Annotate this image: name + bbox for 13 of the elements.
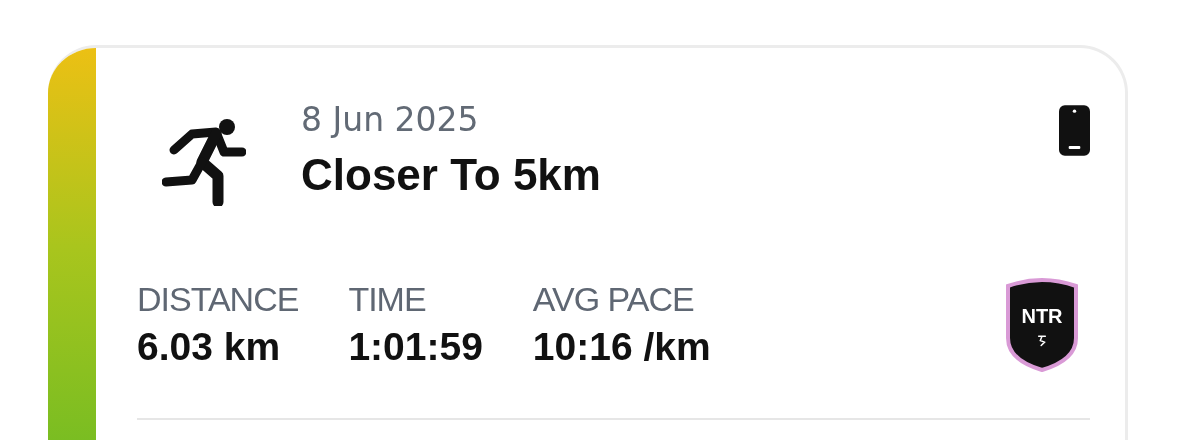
- stat-value: 6.03 km: [137, 323, 282, 370]
- stat-label: TIME: [348, 278, 427, 319]
- stat-label: DISTANCE: [137, 278, 299, 319]
- stat-value: 1:01:59: [348, 323, 483, 370]
- badge-label: NTR: [1021, 305, 1063, 328]
- activity-card[interactable]: 8 Jun 2025 Closer To 5km DISTANCE 6.03 km TIME 1:01:59 AVG PACE 10:16 /km NTR: [48, 45, 1128, 440]
- activity-title: Closer To 5km: [301, 150, 602, 200]
- stat-label: AVG PACE: [532, 278, 695, 319]
- activity-date: 8 Jun 2025: [301, 100, 480, 140]
- phone-icon: [1059, 105, 1090, 156]
- runner-mark-icon: [1037, 334, 1047, 347]
- running-person-icon: [162, 118, 246, 206]
- stat-value: 10:16 /km: [532, 323, 711, 370]
